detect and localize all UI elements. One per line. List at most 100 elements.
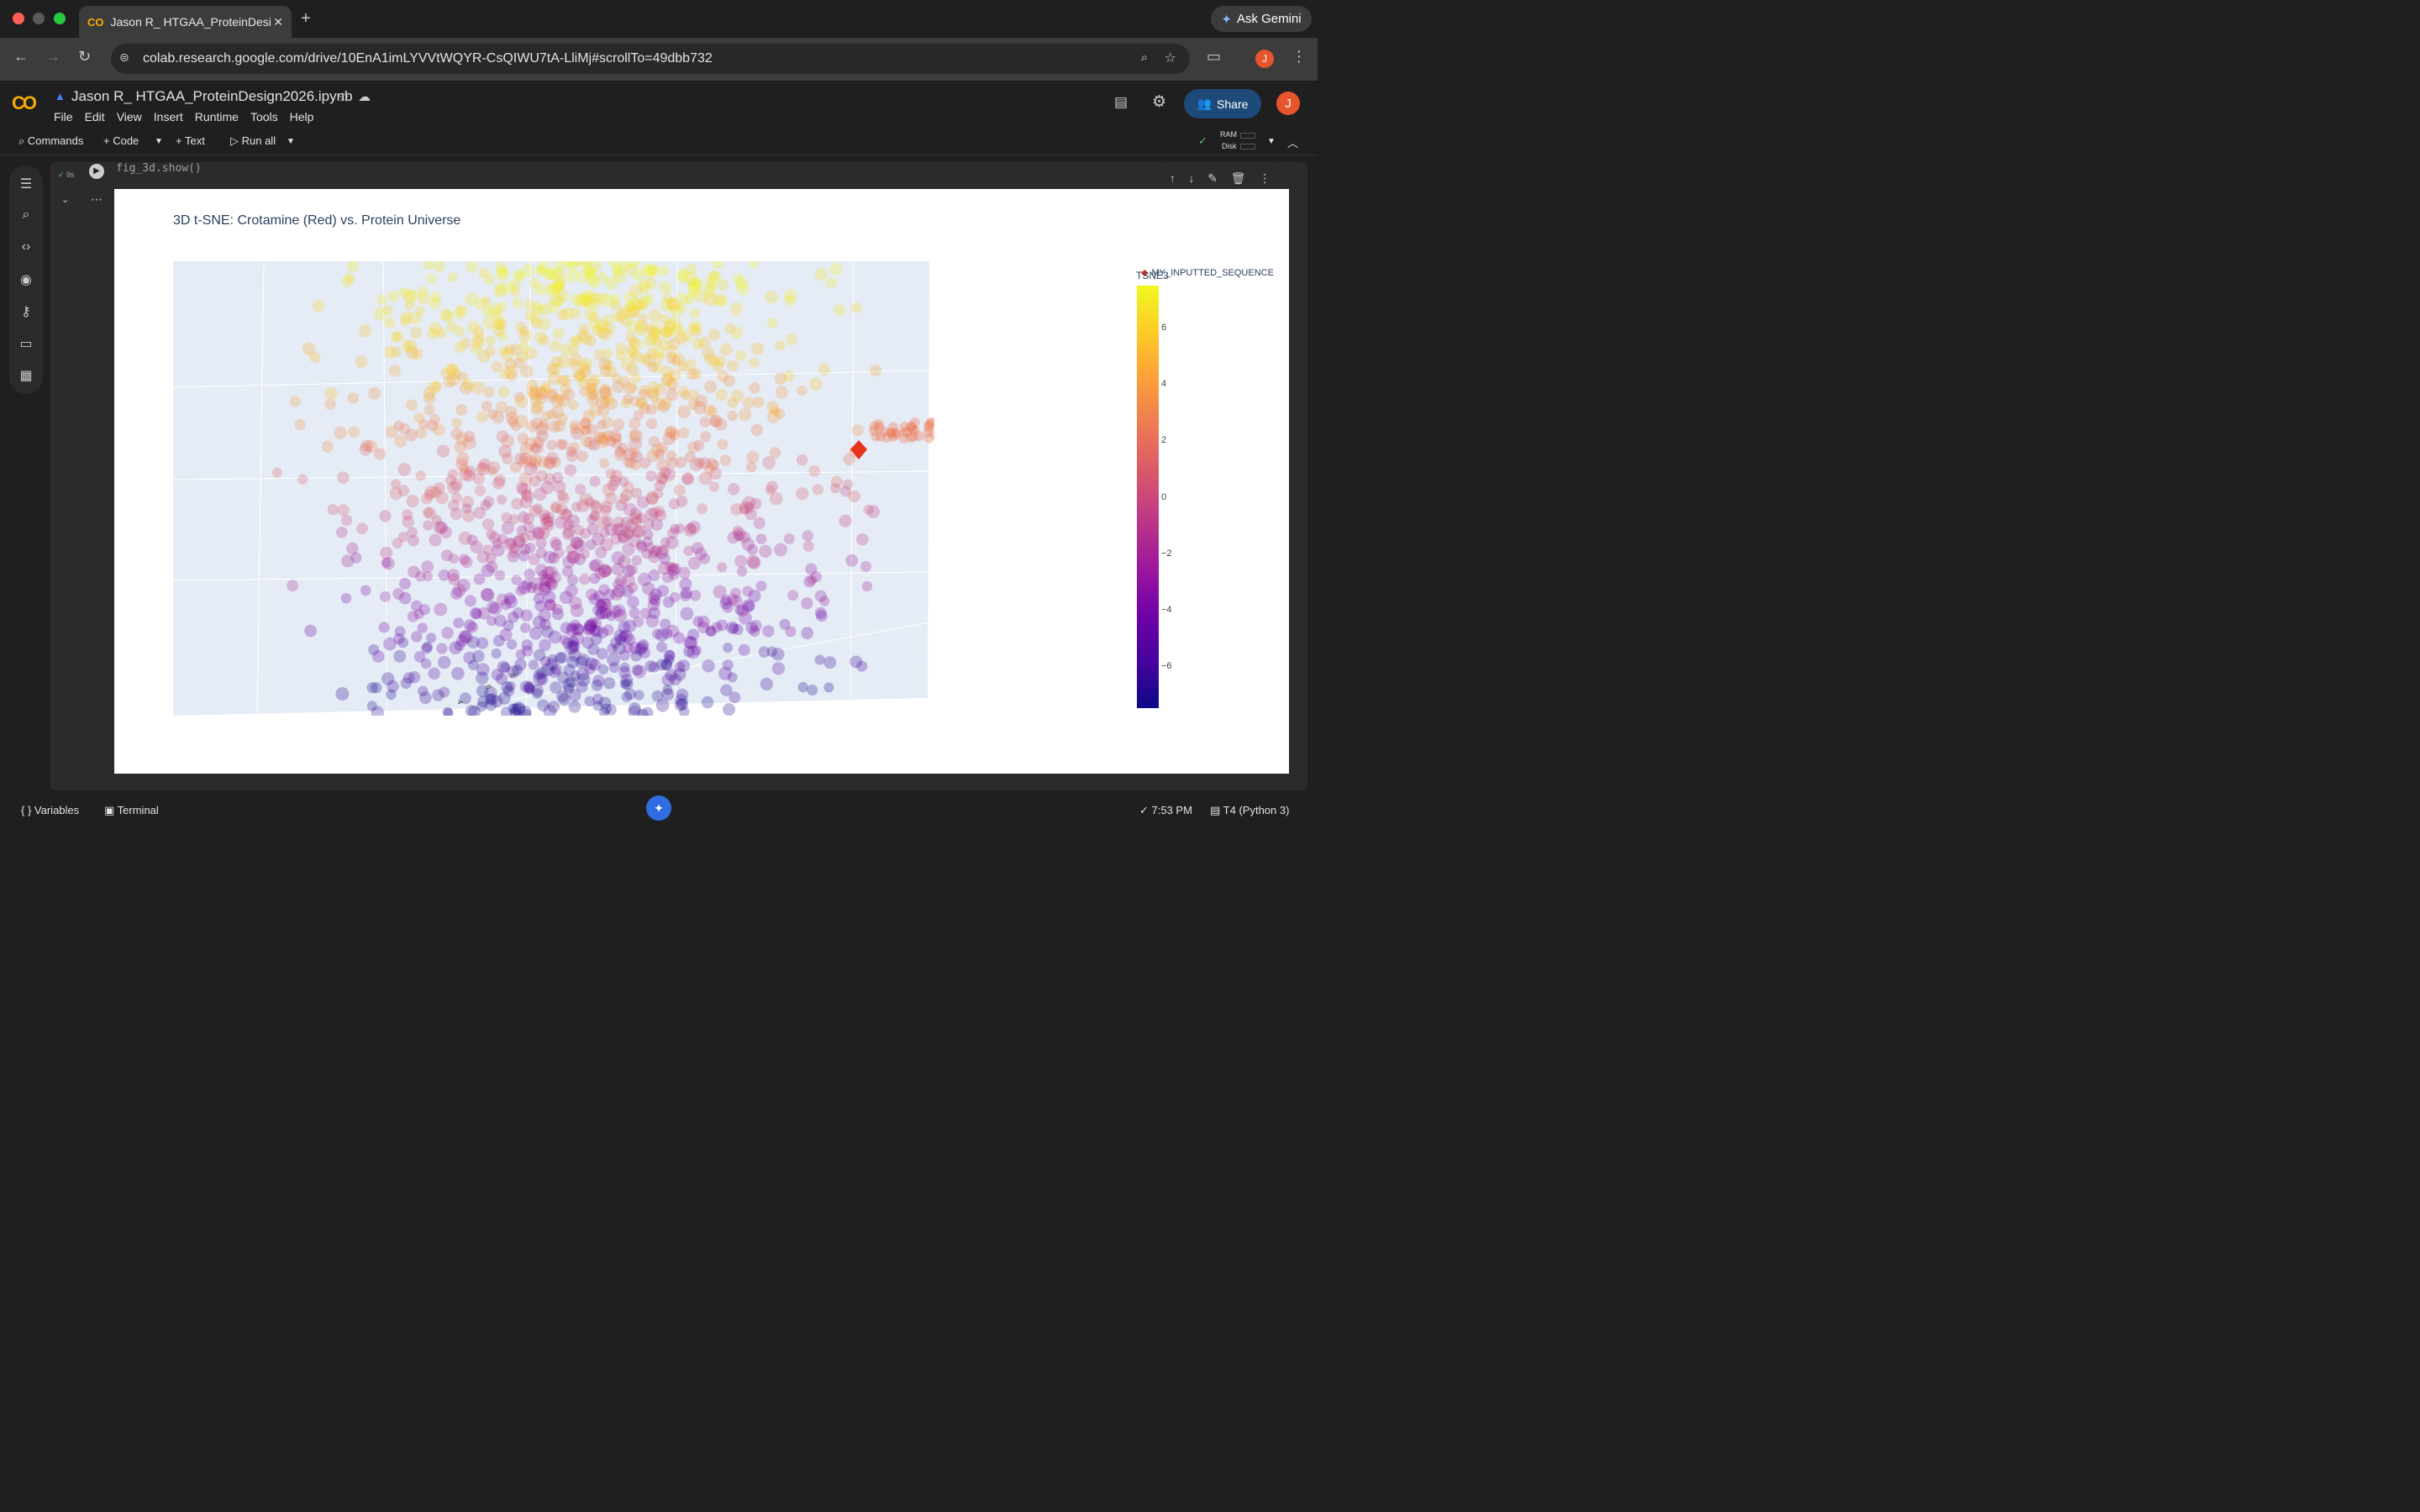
runtime-dropdown-icon[interactable]: ▼ [1267,137,1276,146]
add-text-button[interactable]: + Text [176,134,205,147]
code-dropdown-icon[interactable]: ▼ [155,137,163,146]
scatter-point [494,570,506,581]
notebook-title[interactable]: Jason R_ HTGAA_ProteinDesign2026.ipynb [71,88,353,105]
disk-meter[interactable] [1240,144,1255,150]
scatter-point [312,299,325,312]
browser-menu-icon[interactable]: ⋮ [1292,48,1307,66]
secrets-key-icon[interactable]: ⚷ [18,303,34,320]
ask-gemini-button[interactable]: ✦ Ask Gemini [1211,6,1312,32]
find-replace-icon[interactable]: ⌕ [18,207,34,224]
scatter-point [675,456,687,469]
menu-view[interactable]: View [117,110,142,123]
colab-logo[interactable]: CO [12,92,37,114]
menu-file[interactable]: File [54,110,73,123]
terminal-button[interactable]: ▣ Terminal [104,804,159,817]
edit-pencil-icon[interactable]: ✎ [1207,171,1218,186]
scatter-point [571,631,585,645]
scatter-point [739,612,752,625]
runtime-type[interactable]: ▤ T4 (Python 3) [1210,804,1289,817]
menu-runtime[interactable]: Runtime [195,110,239,123]
scatter-point [382,304,393,316]
scatter-point [404,299,416,311]
scatter-point [866,505,880,518]
cloud-saved-icon[interactable]: ☁ [358,89,371,104]
collapse-header-icon[interactable]: ︿ [1287,134,1298,150]
scatter-point [771,662,786,675]
scatter-point [454,640,466,652]
table-of-contents-icon[interactable]: ☰ [18,176,34,192]
data-table-icon[interactable]: ▦ [18,367,34,384]
close-window-button[interactable] [13,13,24,24]
close-tab-icon[interactable]: ✕ [273,15,283,29]
scatter-point [898,433,909,444]
3d-scene[interactable]: 8 6 4 [173,261,934,716]
run-all-label: Run all [241,134,276,147]
cell-more-icon[interactable]: ⋮ [1259,171,1270,186]
profile-avatar[interactable]: J [1255,50,1274,68]
scatter-point [418,691,432,705]
share-button[interactable]: 👥 Share [1184,89,1261,118]
scatter-point [715,295,728,307]
run-all-button[interactable]: ▷ Run all [230,134,276,148]
scatter-point [689,307,701,319]
scatter-point [699,416,711,428]
scatter-point [548,630,562,644]
run-cell-button[interactable]: ▶ [89,164,104,179]
maximize-window-button[interactable] [54,13,66,24]
zoom-icon[interactable]: ⌕ [1141,50,1148,65]
scatter-point [346,542,359,555]
gemini-fab-icon[interactable]: ✦ [646,795,671,821]
commands-button[interactable]: ⌕ Commands [18,134,83,148]
braces-icon: { } [21,804,34,816]
move-down-icon[interactable]: ↓ [1189,171,1195,185]
scatter-point [446,321,458,333]
comments-icon[interactable]: ▤ [1114,94,1128,111]
scatter-svg[interactable]: 8 6 4 [173,261,934,716]
move-up-icon[interactable]: ↑ [1170,171,1176,185]
variables-inspector-icon[interactable]: ◉ [18,271,34,288]
reload-icon[interactable]: ↻ [78,48,91,66]
scatter-point [628,382,639,393]
menu-tools[interactable]: Tools [250,110,278,123]
browser-tab[interactable]: CO Jason R_ HTGAA_ProteinDesi ✕ [79,6,292,38]
bookmark-star-icon[interactable]: ☆ [1165,50,1176,66]
variables-button[interactable]: { } Variables [21,804,79,816]
scatter-point [526,420,539,433]
settings-gear-icon[interactable]: ⚙ [1152,92,1166,112]
code-line[interactable]: fig_3d.show() [116,162,202,175]
account-avatar[interactable]: J [1276,92,1300,115]
output-actions-icon[interactable]: ⋯ [91,192,103,207]
people-icon: 👥 [1197,97,1213,110]
scatter-point [400,311,413,324]
scatter-point [511,575,522,585]
site-info-icon[interactable]: ⊜ [119,50,129,65]
menu-insert[interactable]: Insert [154,110,183,123]
code-snippets-icon[interactable]: ‹› [18,239,34,256]
minimize-window-button[interactable] [33,13,45,24]
scatter-point [406,494,419,508]
scatter-point [568,648,581,662]
menu-edit[interactable]: Edit [85,110,105,123]
address-bar[interactable]: ⊜ colab.research.google.com/drive/10EnA1… [111,44,1190,74]
delete-trash-icon[interactable]: 🗑 [1231,171,1246,186]
forward-icon[interactable]: → [45,48,60,66]
scatter-point [678,566,691,580]
tab-search-icon[interactable]: ▭ [1207,48,1221,66]
scatter-point [458,531,472,545]
collapse-output-icon[interactable]: ⌄ [61,194,69,205]
star-icon[interactable]: ☆ [338,89,350,106]
scatter-point [589,475,601,487]
scatter-point [715,388,728,402]
back-icon[interactable]: ← [13,48,29,66]
scatter-point [451,492,462,504]
scatter-point [487,601,500,614]
add-code-button[interactable]: + Code [103,134,139,147]
new-tab-button[interactable]: + [301,9,311,29]
scatter-point [461,496,474,508]
colorbar-title: TSNE3 [1136,270,1169,281]
play-icon: ▷ [230,134,242,147]
run-all-dropdown-icon[interactable]: ▼ [287,137,295,146]
menu-help[interactable]: Help [290,110,314,123]
ram-meter[interactable] [1240,133,1255,139]
files-folder-icon[interactable]: ▭ [18,335,34,352]
